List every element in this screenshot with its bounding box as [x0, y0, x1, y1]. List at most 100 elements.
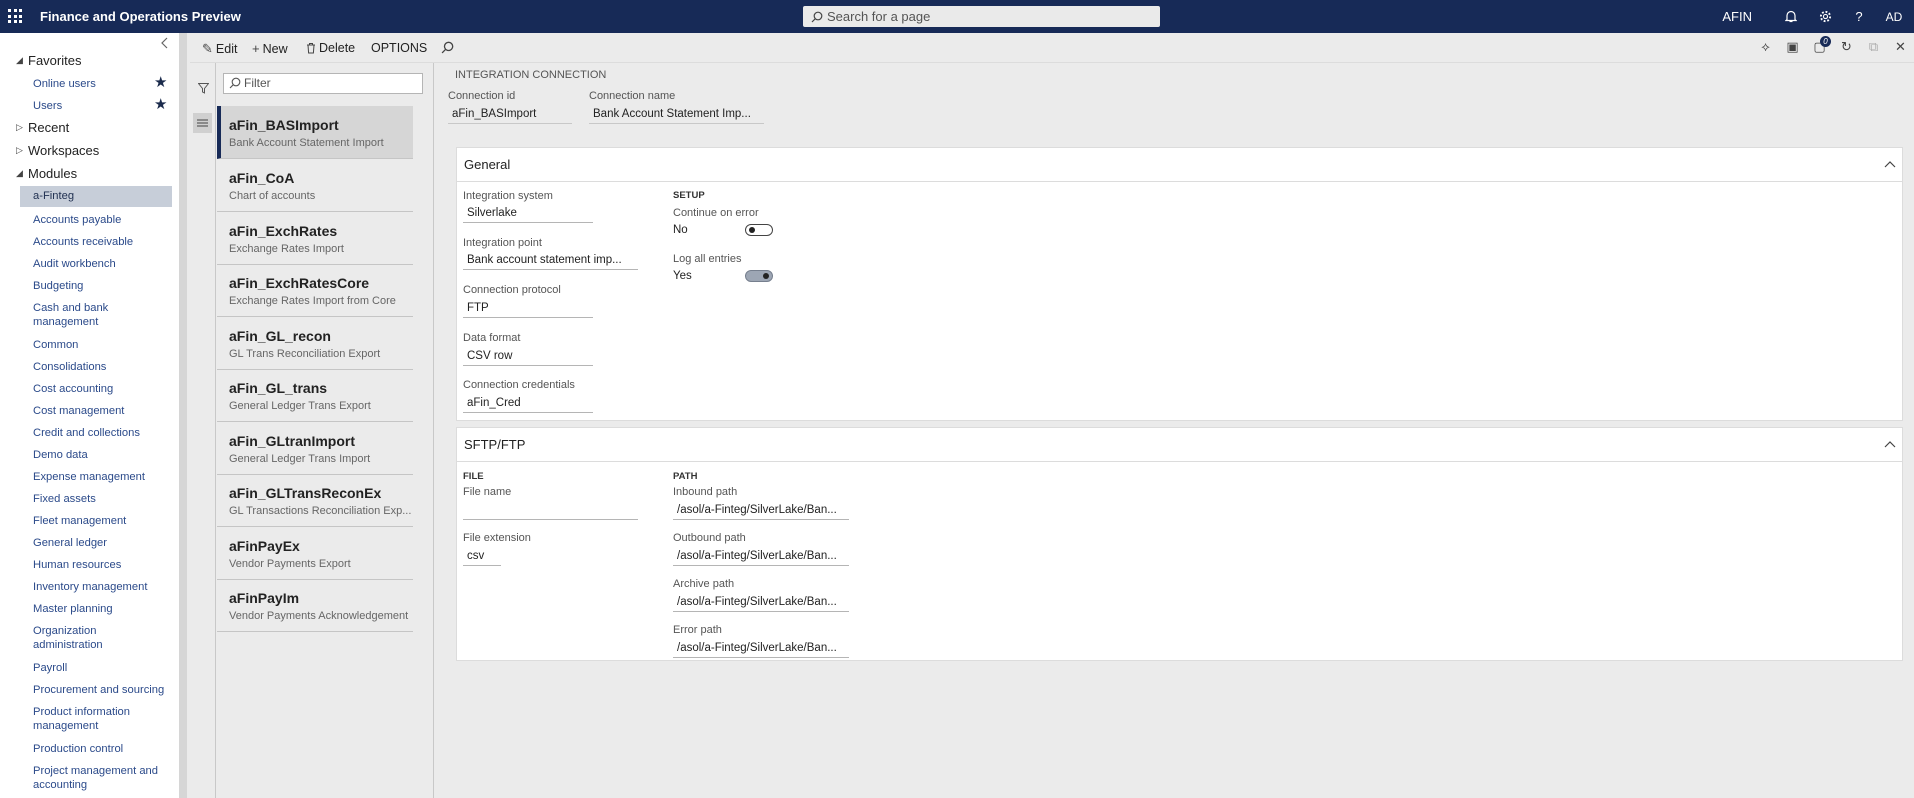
nav-group-workspaces[interactable]: ▷ Workspaces [16, 143, 99, 158]
new-button[interactable]: + New [252, 41, 288, 56]
nav-module-item[interactable]: Project management and accounting [33, 764, 163, 792]
connection-name-label: Connection name [589, 90, 676, 102]
list-item-selected[interactable]: aFin_BASImport Bank Account Statement Imp… [217, 106, 413, 159]
connection-credentials-field[interactable]: aFin_Cred [463, 395, 593, 413]
office-icon[interactable]: ▣ [1779, 39, 1806, 55]
nav-module-item[interactable]: Organization administration [33, 624, 123, 652]
sftp-section-header[interactable]: SFTP/FTP [457, 428, 1902, 462]
nav-group-recent[interactable]: ▷ Recent [16, 120, 69, 135]
inbound-path-label: Inbound path [673, 486, 738, 498]
nav-favorite-users[interactable]: Users [33, 99, 62, 113]
nav-module-item[interactable]: Expense management [33, 470, 145, 484]
nav-group-favorites[interactable]: ◢ Favorites [16, 53, 81, 68]
app-title[interactable]: Finance and Operations Preview [40, 9, 241, 24]
filter-input[interactable]: Filter [223, 73, 423, 94]
log-all-entries-toggle[interactable] [745, 270, 773, 282]
nav-module-item[interactable]: Credit and collections [33, 426, 140, 440]
nav-module-item[interactable]: Budgeting [33, 279, 83, 293]
show-list-icon[interactable] [193, 113, 212, 133]
connection-credentials-label: Connection credentials [463, 379, 575, 391]
collapse-nav-icon[interactable] [160, 37, 170, 52]
nav-module-item[interactable]: Audit workbench [33, 257, 116, 271]
connection-name-field[interactable]: Bank Account Statement Imp... [589, 106, 764, 124]
search-input[interactable]: Search for a page [803, 6, 1160, 27]
star-icon[interactable]: ★ [154, 95, 167, 113]
general-section-header[interactable]: General [457, 148, 1902, 182]
power-apps-icon[interactable]: ⟡ [1752, 39, 1779, 55]
collapsed-icon: ▷ [16, 145, 23, 155]
delete-button[interactable]: Delete [306, 41, 355, 55]
integration-system-field[interactable]: Silverlake [463, 205, 593, 223]
filter-icon[interactable] [197, 83, 210, 97]
options-tab[interactable]: OPTIONS [371, 41, 427, 55]
nav-module-item[interactable]: Cost management [33, 404, 124, 418]
refresh-icon[interactable]: ↻ [1833, 39, 1860, 55]
outbound-path-field[interactable]: /asol/a-Finteg/SilverLake/Ban... [673, 548, 849, 566]
list-item[interactable]: aFin_GLtranImport General Ledger Trans Im… [217, 422, 413, 475]
nav-module-item[interactable]: Common [33, 338, 78, 352]
list-item[interactable]: aFin_GL_recon GL Trans Reconciliation Exp… [217, 317, 413, 370]
nav-module-item[interactable]: Demo data [33, 448, 88, 462]
nav-module-item[interactable]: Product information management [33, 705, 143, 733]
list-item[interactable]: aFin_ExchRatesCore Exchange Rates Import … [217, 264, 413, 317]
app-launcher-icon[interactable] [8, 9, 22, 23]
company-picker[interactable]: AFIN [1722, 9, 1752, 24]
nav-group-modules[interactable]: ◢ Modules [16, 166, 77, 181]
nav-module-item[interactable]: Fixed assets [33, 492, 96, 506]
file-name-label: File name [463, 486, 512, 498]
open-new-window-icon[interactable]: ⧉ [1860, 39, 1887, 55]
nav-module-item[interactable]: Payroll [33, 661, 67, 675]
attachments-icon[interactable]: ▢ 0 [1806, 36, 1833, 55]
log-all-entries-label: Log all entries [673, 253, 742, 265]
continue-on-error-value: No [673, 224, 688, 236]
close-icon[interactable]: ✕ [1887, 39, 1914, 55]
nav-module-item[interactable]: General ledger [33, 536, 107, 550]
nav-module-item[interactable]: Master planning [33, 602, 113, 616]
inbound-path-field[interactable]: /asol/a-Finteg/SilverLake/Ban... [673, 502, 849, 520]
nav-module-item[interactable]: Procurement and sourcing [33, 683, 164, 697]
nav-module-item[interactable]: Cost accounting [33, 382, 113, 396]
archive-path-field[interactable]: /asol/a-Finteg/SilverLake/Ban... [673, 594, 849, 612]
nav-module-item[interactable]: Accounts payable [33, 213, 121, 227]
nav-module-item[interactable]: Inventory management [33, 580, 147, 594]
list-item[interactable]: aFinPayEx Vendor Payments Export [217, 527, 413, 580]
list-item[interactable]: aFin_ExchRates Exchange Rates Import [217, 212, 413, 265]
nav-favorite-online-users[interactable]: Online users [33, 77, 96, 91]
avatar[interactable]: AD [1880, 3, 1908, 31]
file-extension-field[interactable]: csv [463, 548, 501, 566]
nav-module-item[interactable]: Fleet management [33, 514, 126, 528]
nav-module-item[interactable]: Accounts receivable [33, 235, 133, 249]
edit-button[interactable]: ✎ Edit [202, 41, 237, 57]
nav-module-item[interactable]: Consolidations [33, 360, 106, 374]
nav-module-item[interactable]: Cash and bank management [33, 301, 133, 329]
star-icon[interactable]: ★ [154, 73, 167, 91]
list-item[interactable]: aFin_GLTransReconEx GL Transactions Recon… [217, 474, 413, 527]
connection-id-label: Connection id [448, 90, 516, 102]
section-title: SFTP/FTP [464, 437, 526, 452]
list-item[interactable]: aFin_CoA Chart of accounts [217, 159, 413, 212]
nav-module-a-finteg[interactable]: a-Finteg [20, 186, 172, 207]
section-title: General [464, 157, 511, 172]
nav-module-item[interactable]: Production control [33, 742, 123, 756]
connection-id-field[interactable]: aFin_BASImport [448, 106, 572, 124]
help-icon[interactable]: ? [1842, 9, 1876, 24]
connection-protocol-field[interactable]: FTP [463, 300, 593, 318]
collapsed-icon: ▷ [16, 122, 23, 132]
bell-icon[interactable] [1774, 10, 1808, 23]
file-name-field[interactable] [463, 502, 638, 520]
nav-module-item[interactable]: Human resources [33, 558, 121, 572]
search-icon[interactable] [441, 41, 454, 54]
error-path-label: Error path [673, 624, 722, 636]
continue-on-error-toggle[interactable] [745, 224, 773, 236]
gear-icon[interactable] [1808, 10, 1842, 23]
list-item[interactable]: aFin_GL_trans General Ledger Trans Export [217, 369, 413, 422]
outbound-path-label: Outbound path [673, 532, 746, 544]
error-path-field[interactable]: /asol/a-Finteg/SilverLake/Ban... [673, 640, 849, 658]
nav-scrollbar[interactable] [179, 33, 187, 798]
chevron-up-icon[interactable] [1884, 157, 1896, 171]
integration-point-field[interactable]: Bank account statement imp... [463, 252, 638, 270]
chevron-up-icon[interactable] [1884, 437, 1896, 451]
list-item[interactable]: aFinPayIm Vendor Payments Acknowledgement [217, 579, 413, 632]
navigation-pane: ◢ Favorites Online users ★ Users ★ ▷ Recen… [0, 33, 187, 798]
data-format-field[interactable]: CSV row [463, 348, 593, 366]
